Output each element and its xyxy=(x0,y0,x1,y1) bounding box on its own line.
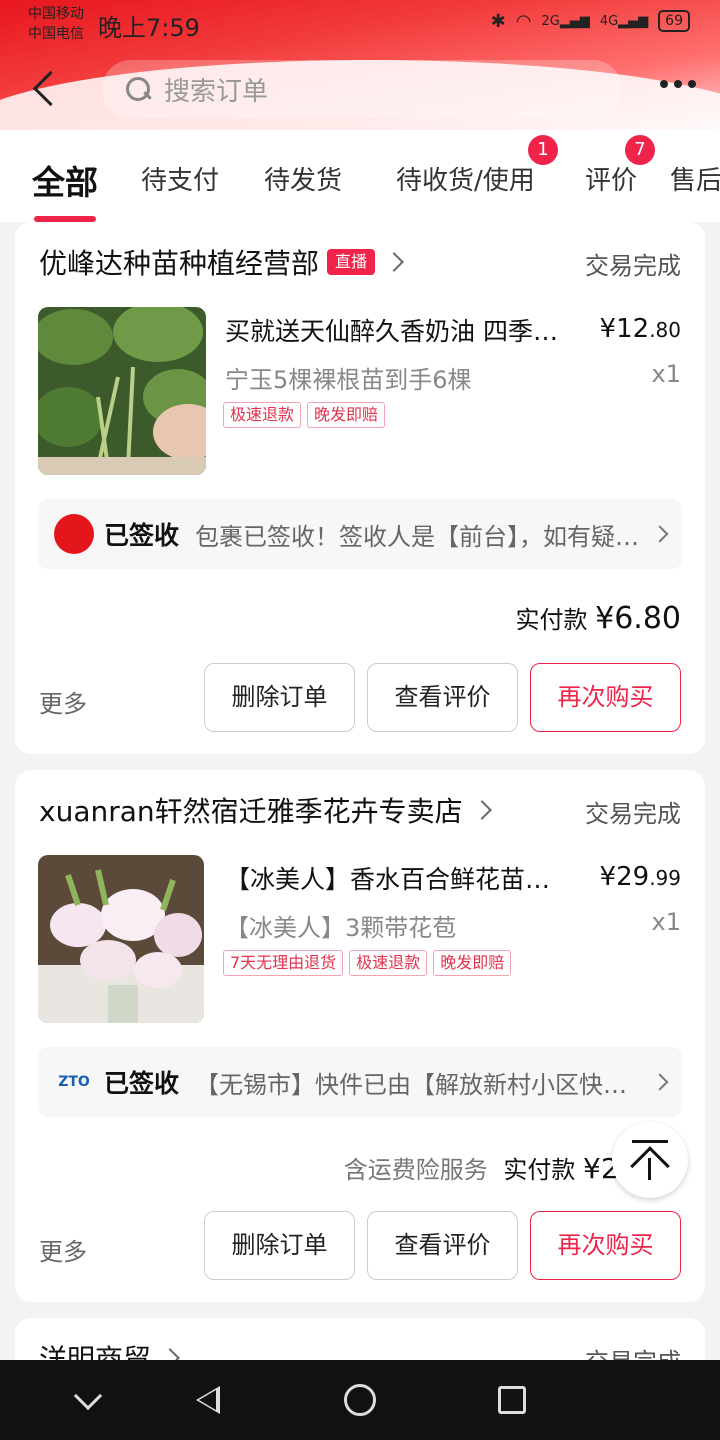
product-sku: 【冰美人】3颗带花苞 xyxy=(225,914,457,942)
dot-icon xyxy=(674,80,682,88)
product-price: ¥12.80 xyxy=(599,314,681,344)
store-row[interactable]: 优峰达种苗种植经营部 直播 交易完成 xyxy=(39,242,681,292)
order-card[interactable]: xuanran轩然宿迁雅季花卉专卖店 交易完成 【冰美人】香水百合鲜花苗带花苞 … xyxy=(15,770,705,1302)
product-image[interactable] xyxy=(38,307,206,475)
dot-icon xyxy=(660,80,668,88)
product-quantity: x1 xyxy=(651,360,681,388)
store-name[interactable]: 优峰达种苗种植经营部 xyxy=(39,242,319,282)
buy-again-button[interactable]: 再次购买 xyxy=(530,663,681,732)
logistics-detail: 包裹已签收！签收人是【前台】，如有疑问请联系 xyxy=(195,522,640,551)
more-actions-link[interactable]: 更多 xyxy=(39,1232,87,1267)
zto-logo-icon: ZTO xyxy=(54,1062,94,1102)
system-nav-bar xyxy=(0,1360,720,1440)
tab-badge: 7 xyxy=(625,135,655,165)
service-tags: 极速退款 晚发即赔 xyxy=(223,402,386,428)
shipping-insurance-label: 含运费险服务 xyxy=(343,1156,488,1184)
logistics-row[interactable]: 已签收 包裹已签收！签收人是【前台】，如有疑问请联系 xyxy=(38,499,682,569)
paid-amount: ¥6.80 xyxy=(595,601,681,636)
product-title[interactable]: 【冰美人】香水百合鲜花苗带花苞 xyxy=(225,860,565,896)
courier-logo-icon xyxy=(54,514,94,554)
bluetooth-icon: ✱ xyxy=(490,10,506,32)
tab-review[interactable]: 评价 xyxy=(585,160,637,197)
more-actions-link[interactable]: 更多 xyxy=(39,684,87,719)
service-tag: 极速退款 xyxy=(223,402,302,428)
delete-order-button[interactable]: 删除订单 xyxy=(204,1211,355,1280)
service-tag: 晚发即赔 xyxy=(307,402,386,428)
nav-home-icon[interactable] xyxy=(344,1384,376,1416)
nav-collapse-icon[interactable] xyxy=(73,1381,103,1411)
nav-recents-icon[interactable] xyxy=(498,1386,526,1414)
search-icon xyxy=(124,75,152,103)
order-status: 交易完成 xyxy=(585,252,681,280)
chevron-right-icon xyxy=(471,800,492,820)
more-options-button[interactable] xyxy=(660,80,696,88)
arrow-stem-icon xyxy=(648,1158,651,1180)
paid-label: 实付款 xyxy=(503,1156,576,1184)
tab-badge: 1 xyxy=(528,135,558,165)
service-tag: 7天无理由退货 xyxy=(223,950,344,976)
wifi-icon: ◠ xyxy=(515,10,532,32)
chevron-right-icon xyxy=(651,525,669,543)
search-input[interactable]: 搜索订单 xyxy=(102,60,622,118)
carrier-2: 中国电信 xyxy=(28,26,84,42)
logistics-detail: 【无锡市】快件已由【解放新村小区快递柜】代收 xyxy=(195,1070,640,1099)
store-name[interactable]: xuanran轩然宿迁雅季花卉专卖店 xyxy=(39,790,463,830)
carrier-1: 中国移动 xyxy=(28,6,84,22)
carrier-info: 中国移动 中国电信 xyxy=(28,4,84,44)
back-to-top-button[interactable] xyxy=(612,1122,688,1198)
tab-pending-shipment[interactable]: 待发货 xyxy=(264,160,342,197)
buy-again-button[interactable]: 再次购买 xyxy=(530,1211,681,1280)
product-price: ¥29.99 xyxy=(599,862,681,892)
store-row[interactable]: xuanran轩然宿迁雅季花卉专卖店 交易完成 xyxy=(39,790,681,840)
logistics-status: 已签收 xyxy=(104,521,180,550)
service-tags: 7天无理由退货 极速退款 晚发即赔 xyxy=(223,950,512,976)
signal-2g-icon: 2G▂▄▆ xyxy=(541,13,590,29)
paid-label: 实付款 xyxy=(515,606,588,634)
tab-pending-receipt[interactable]: 待收货/使用 xyxy=(396,160,535,197)
view-review-button[interactable]: 查看评价 xyxy=(367,663,518,732)
logistics-row[interactable]: ZTO 已签收 【无锡市】快件已由【解放新村小区快递柜】代收 xyxy=(38,1047,682,1117)
paid-row: 实付款 ¥6.80 xyxy=(515,600,681,636)
status-bar: 中国移动 中国电信 晚上7:59 ✱ ◠ 2G▂▄▆ 4G▂▄▆ 69 xyxy=(0,0,720,50)
product-title[interactable]: 买就送天仙醉久香奶油 四季草莓苗 xyxy=(225,312,565,348)
service-tag: 晚发即赔 xyxy=(433,950,512,976)
nav-back-icon[interactable] xyxy=(196,1386,220,1414)
signal-4g-icon: 4G▂▄▆ xyxy=(599,13,649,29)
chevron-right-icon xyxy=(651,1073,669,1091)
tab-active-indicator xyxy=(34,216,96,222)
view-review-button[interactable]: 查看评价 xyxy=(367,1211,518,1280)
product-image[interactable] xyxy=(38,855,204,1023)
back-button[interactable] xyxy=(26,64,66,112)
product-quantity: x1 xyxy=(651,908,681,936)
order-status: 交易完成 xyxy=(585,800,681,828)
logistics-status: 已签收 xyxy=(104,1069,180,1098)
tab-all[interactable]: 全部 xyxy=(32,156,98,204)
clock: 晚上7:59 xyxy=(98,14,200,42)
order-tabs: 全部 待支付 待发货 待收货/使用 1 评价 7 售后 xyxy=(0,130,720,222)
dot-icon xyxy=(688,80,696,88)
search-placeholder: 搜索订单 xyxy=(164,76,269,107)
order-card[interactable]: 优峰达种苗种植经营部 直播 交易完成 买就送天仙醉久香奶油 四季草莓苗 ¥12.… xyxy=(15,222,705,754)
service-tag: 极速退款 xyxy=(349,950,428,976)
tab-after-sales[interactable]: 售后 xyxy=(670,160,720,197)
status-icons: ✱ ◠ 2G▂▄▆ 4G▂▄▆ 69 xyxy=(491,10,690,32)
search-row: 搜索订单 xyxy=(0,58,720,118)
live-tag: 直播 xyxy=(327,249,376,275)
top-bar-icon xyxy=(632,1140,668,1143)
chevron-right-icon xyxy=(384,252,404,272)
product-sku: 宁玉5棵裸根苗到手6棵 xyxy=(225,366,472,394)
delete-order-button[interactable]: 删除订单 xyxy=(204,663,355,732)
tab-pending-payment[interactable]: 待支付 xyxy=(141,160,219,197)
battery-icon: 69 xyxy=(658,10,690,32)
